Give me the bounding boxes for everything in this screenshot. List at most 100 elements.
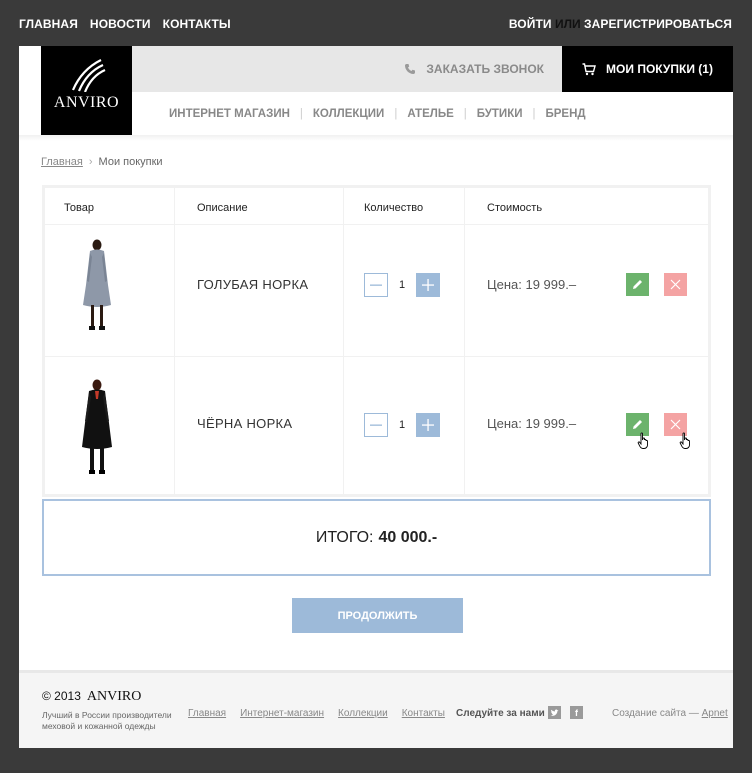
minus-icon xyxy=(370,424,382,426)
header-description: Описание xyxy=(197,202,248,214)
quantity-stepper: 1 xyxy=(364,273,440,297)
footer-link-collections[interactable]: Коллекции xyxy=(338,708,388,719)
header-cell: Количество xyxy=(344,188,465,224)
minus-icon xyxy=(370,284,382,286)
footer-brand: ANVIRO xyxy=(86,689,142,704)
header-cell: Товар xyxy=(45,188,175,224)
pencil-icon xyxy=(633,420,642,429)
twitter-icon[interactable] xyxy=(548,706,561,719)
nav-separator: | xyxy=(463,108,467,120)
close-icon xyxy=(670,419,681,430)
close-icon xyxy=(670,279,681,290)
nav-item-collections[interactable]: КОЛЛЕКЦИИ xyxy=(313,108,384,120)
quantity-value[interactable]: 1 xyxy=(388,419,416,431)
footer: © 2013 ANVIRO Лучший в России производит… xyxy=(19,670,733,748)
footer-link-home[interactable]: Главная xyxy=(188,708,226,719)
table-row: ЧЁРНА НОРКА 1 Цена: 19 999.– xyxy=(45,357,708,494)
nav-separator: | xyxy=(394,108,398,120)
product-description: ЧЁРНА НОРКА xyxy=(197,416,293,431)
follow-us-label: Следуйте за нами xyxy=(456,708,545,719)
total-value: 40 000.- xyxy=(378,528,438,546)
continue-button[interactable]: ПРОДОЛЖИТЬ xyxy=(292,598,463,633)
nav-separator: | xyxy=(532,108,536,120)
decrease-quantity-button[interactable] xyxy=(364,273,388,297)
nav-item-brand[interactable]: БРЕНД xyxy=(545,108,585,120)
register-link[interactable]: ЗАРЕГИСТРИРОВАТЬСЯ xyxy=(584,17,732,31)
footer-copyright: © 2013 ANVIRO xyxy=(42,689,141,705)
order-total: ИТОГО: 40 000.- xyxy=(42,499,711,576)
cart-button[interactable]: МОИ ПОКУПКИ (1) xyxy=(562,46,733,92)
decrease-quantity-button[interactable] xyxy=(364,413,388,437)
header-cell: Описание xyxy=(175,188,344,224)
total-label: ИТОГО: xyxy=(315,528,374,546)
increase-quantity-button[interactable] xyxy=(416,273,440,297)
top-bar: ГЛАВНАЯ НОВОСТИ КОНТАКТЫ ВОЙТИ ИЛИ ЗАРЕГ… xyxy=(0,0,752,46)
topnav-home-link[interactable]: ГЛАВНАЯ xyxy=(19,17,78,31)
edit-item-button[interactable] xyxy=(626,273,649,296)
description-cell: ЧЁРНА НОРКА xyxy=(175,357,344,494)
site-credit: Создание сайта — Apnet xyxy=(612,708,728,719)
product-cell xyxy=(45,225,175,356)
hand-cursor-icon xyxy=(679,432,690,449)
auth-or-text: ИЛИ xyxy=(554,17,581,31)
page: ANVIRO ЗАКАЗАТЬ ЗВОНОК МОИ ПОКУПКИ (1) И… xyxy=(19,46,733,748)
breadcrumb: Главная › Мои покупки xyxy=(41,156,163,168)
quantity-cell: 1 xyxy=(344,357,465,494)
top-nav: ГЛАВНАЯ НОВОСТИ КОНТАКТЫ xyxy=(19,17,231,31)
table-row: ГОЛУБАЯ НОРКА 1 Цена: 19 999.– xyxy=(45,225,708,357)
logo-mark-icon xyxy=(71,59,105,92)
nav-item-shop[interactable]: ИНТЕРНЕТ МАГАЗИН xyxy=(169,108,290,120)
quantity-value[interactable]: 1 xyxy=(388,279,416,291)
product-price: Цена: 19 999.– xyxy=(487,416,577,431)
cart-label: МОИ ПОКУПКИ (1) xyxy=(606,62,713,76)
breadcrumb-home-link[interactable]: Главная xyxy=(41,156,83,168)
product-image-black-mink xyxy=(82,379,112,474)
callback-label: ЗАКАЗАТЬ ЗВОНОК xyxy=(426,62,544,76)
description-cell: ГОЛУБАЯ НОРКА xyxy=(175,225,344,356)
nav-item-atelier[interactable]: АТЕЛЬЕ xyxy=(407,108,453,120)
auth-links: ВОЙТИ ИЛИ ЗАРЕГИСТРИРОВАТЬСЯ xyxy=(509,17,732,31)
header-divider xyxy=(19,135,733,141)
increase-quantity-button[interactable] xyxy=(416,413,440,437)
login-link[interactable]: ВОЙТИ xyxy=(509,17,552,31)
twitter-bird-glyph xyxy=(550,709,559,716)
product-image-blue-mink xyxy=(83,239,111,330)
product-price: Цена: 19 999.– xyxy=(487,277,577,292)
plus-icon xyxy=(422,279,434,291)
footer-links: Главная Интернет-магазин Коллекции Конта… xyxy=(188,708,445,719)
product-cell xyxy=(45,357,175,494)
plus-icon xyxy=(422,419,434,431)
header-quantity: Количество xyxy=(364,202,424,214)
phone-icon xyxy=(405,64,416,74)
footer-link-contacts[interactable]: Контакты xyxy=(402,708,445,719)
chevron-right-icon: › xyxy=(88,156,93,168)
pencil-icon xyxy=(633,280,642,289)
cost-cell: Цена: 19 999.– xyxy=(465,357,708,494)
table-header-row: Товар Описание Количество Стоимость xyxy=(45,188,708,225)
facebook-icon[interactable]: f xyxy=(570,706,583,719)
hand-cursor-icon xyxy=(637,432,648,449)
callback-button[interactable]: ЗАКАЗАТЬ ЗВОНОК xyxy=(404,62,544,76)
main-nav: ИНТЕРНЕТ МАГАЗИН | КОЛЛЕКЦИИ | АТЕЛЬЕ | … xyxy=(169,108,586,120)
header-cost: Стоимость xyxy=(487,202,543,214)
cart-icon xyxy=(582,62,596,75)
breadcrumb-current: Мои покупки xyxy=(98,156,163,168)
footer-tagline: Лучший в России производители меховой и … xyxy=(42,710,172,731)
header-product: Товар xyxy=(64,202,94,214)
product-description: ГОЛУБАЯ НОРКА xyxy=(197,277,309,292)
logo-text: ANVIRO xyxy=(53,94,120,111)
topnav-contacts-link[interactable]: КОНТАКТЫ xyxy=(163,17,231,31)
credit-link[interactable]: Apnet xyxy=(702,708,728,719)
copyright-text: © 2013 xyxy=(42,689,81,703)
delete-item-button[interactable] xyxy=(664,273,687,296)
callback-bar: ЗАКАЗАТЬ ЗВОНОК xyxy=(132,46,562,92)
quantity-stepper: 1 xyxy=(364,413,440,437)
header-cell: Стоимость xyxy=(465,188,708,224)
nav-separator: | xyxy=(299,108,303,120)
credit-prefix: Создание сайта — xyxy=(612,708,699,719)
topnav-news-link[interactable]: НОВОСТИ xyxy=(90,17,151,31)
logo[interactable]: ANVIRO xyxy=(41,46,132,135)
nav-item-boutiques[interactable]: БУТИКИ xyxy=(477,108,523,120)
quantity-cell: 1 xyxy=(344,225,465,356)
footer-link-shop[interactable]: Интернет-магазин xyxy=(240,708,324,719)
